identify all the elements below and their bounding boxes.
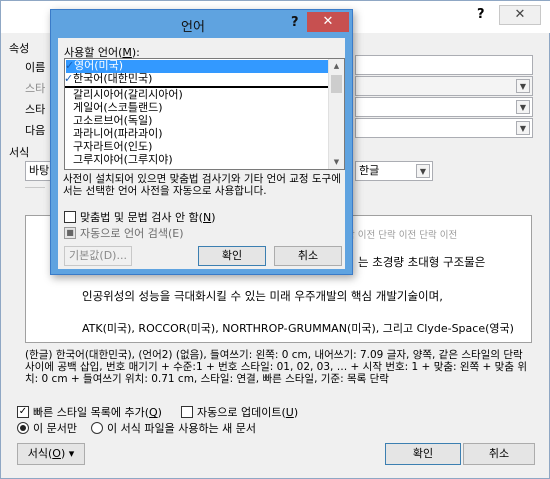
- language-listbox[interactable]: ✓ 영어(미국) ✓ 한국어(대한민국) 갈리시아어(갈리시아어) 게일어(스코…: [64, 58, 345, 170]
- auto-update-label: 자동으로 업데이트(U): [197, 406, 299, 419]
- set-default-button[interactable]: 기본값(D)...: [64, 246, 132, 266]
- language-list-scrollbar[interactable]: ▲ ▼: [328, 59, 344, 169]
- new-documents-radio[interactable]: 이 서식 파일을 사용하는 새 문서: [91, 420, 256, 436]
- language-combo-value: 한글: [359, 164, 380, 177]
- scroll-thumb[interactable]: [331, 75, 342, 93]
- cancel-button[interactable]: 취소: [463, 443, 535, 465]
- auto-update-checkbox[interactable]: 자동으로 업데이트(U): [181, 404, 298, 420]
- ok-button[interactable]: 확인: [385, 443, 461, 465]
- list-item[interactable]: ✓ 한국어(대한민국): [65, 73, 152, 86]
- this-document-only-label: 이 문서만: [33, 422, 77, 435]
- language-info-text: 사전이 설치되어 있으면 맞춤법 검사기와 기타 언어 교정 도구에서는 선택한…: [63, 173, 341, 197]
- preview-line-3: ATK(미국), ROCCOR(미국), NORTHROP-GRUMMAN(미국…: [82, 322, 514, 335]
- language-dialog-title: 언어: [181, 20, 205, 35]
- next-style-label: 다음: [25, 124, 46, 137]
- checkbox-filled-icon: ■: [64, 227, 76, 239]
- this-document-only-radio[interactable]: 이 문서만: [17, 420, 77, 436]
- style-based-on-label: 스타: [25, 103, 46, 116]
- help-button[interactable]: ?: [477, 7, 485, 22]
- list-item[interactable]: 그루지야어(그루지야): [65, 154, 173, 167]
- help-icon[interactable]: ?: [291, 15, 299, 30]
- next-style-combo[interactable]: ▼: [355, 118, 533, 138]
- style-based-on-combo[interactable]: ▼: [355, 97, 533, 117]
- chevron-down-icon: ▼: [516, 100, 530, 114]
- ok-button[interactable]: 확인: [198, 246, 266, 266]
- format-button[interactable]: 서식(O) ▾: [17, 443, 85, 465]
- language-dialog: 언어 ? ✕ 사용할 언어(M): ✓ 영어(미국) ✓ 한국어(대한민국) 갈…: [50, 9, 353, 275]
- preview-line-2: 인공위성의 성능을 극대화시킬 수 있는 미래 우주개발의 핵심 개발기술이며,: [82, 289, 443, 303]
- name-input[interactable]: [355, 55, 533, 75]
- font-combo-value: 바탕: [29, 164, 50, 177]
- close-button[interactable]: ✕: [307, 12, 349, 32]
- preview-line-1: 는 초경량 초대형 구조물은: [358, 255, 486, 269]
- scroll-up-icon[interactable]: ▲: [329, 59, 344, 73]
- checkmark-icon: ✓: [64, 72, 74, 85]
- auto-detect-language-label: 자동으로 언어 검색(E): [80, 227, 184, 240]
- properties-section-label: 속성: [9, 42, 30, 55]
- no-spell-check-checkbox[interactable]: 맞춤법 및 문법 검사 안 함(N): [64, 209, 216, 225]
- checkmark-icon: ✓: [17, 406, 29, 418]
- name-label: 이름: [25, 61, 46, 74]
- close-button[interactable]: ✕: [499, 5, 541, 25]
- add-quick-style-label: 빠른 스타일 목록에 추가(Q): [33, 406, 162, 419]
- toolbar-align-icon[interactable]: [25, 187, 45, 188]
- language-combo[interactable]: 한글 ▼: [355, 161, 433, 181]
- chevron-down-icon: ▼: [416, 164, 430, 178]
- new-documents-label: 이 서식 파일을 사용하는 새 문서: [107, 422, 257, 435]
- chevron-down-icon: ▼: [516, 121, 530, 135]
- no-spell-check-label: 맞춤법 및 문법 검사 안 함(N): [80, 211, 216, 224]
- language-dialog-titlebar: 언어 ? ✕: [51, 10, 352, 38]
- auto-detect-language-checkbox[interactable]: ■ 자동으로 언어 검색(E): [64, 225, 184, 241]
- style-type-combo[interactable]: ▼: [355, 76, 533, 96]
- scroll-down-icon[interactable]: ▼: [329, 155, 344, 169]
- style-description: (한글) 한국어(대한민국), (언어2) (없음), 들여쓰기: 왼쪽: 0 …: [25, 349, 527, 385]
- add-quick-style-checkbox[interactable]: ✓ 빠른 스타일 목록에 추가(Q): [17, 404, 162, 420]
- cancel-button[interactable]: 취소: [274, 246, 342, 266]
- language-dialog-body: 사용할 언어(M): ✓ 영어(미국) ✓ 한국어(대한민국) 갈리시아어(갈리…: [58, 38, 345, 269]
- format-section-label: 서식: [9, 146, 30, 159]
- checkmark-icon: ✓: [65, 59, 75, 72]
- chevron-down-icon: ▼: [516, 79, 530, 93]
- style-type-label: 스타: [25, 82, 46, 95]
- preview-previous-paragraph: 락 이전 단락 이전 단락 이전: [346, 230, 458, 241]
